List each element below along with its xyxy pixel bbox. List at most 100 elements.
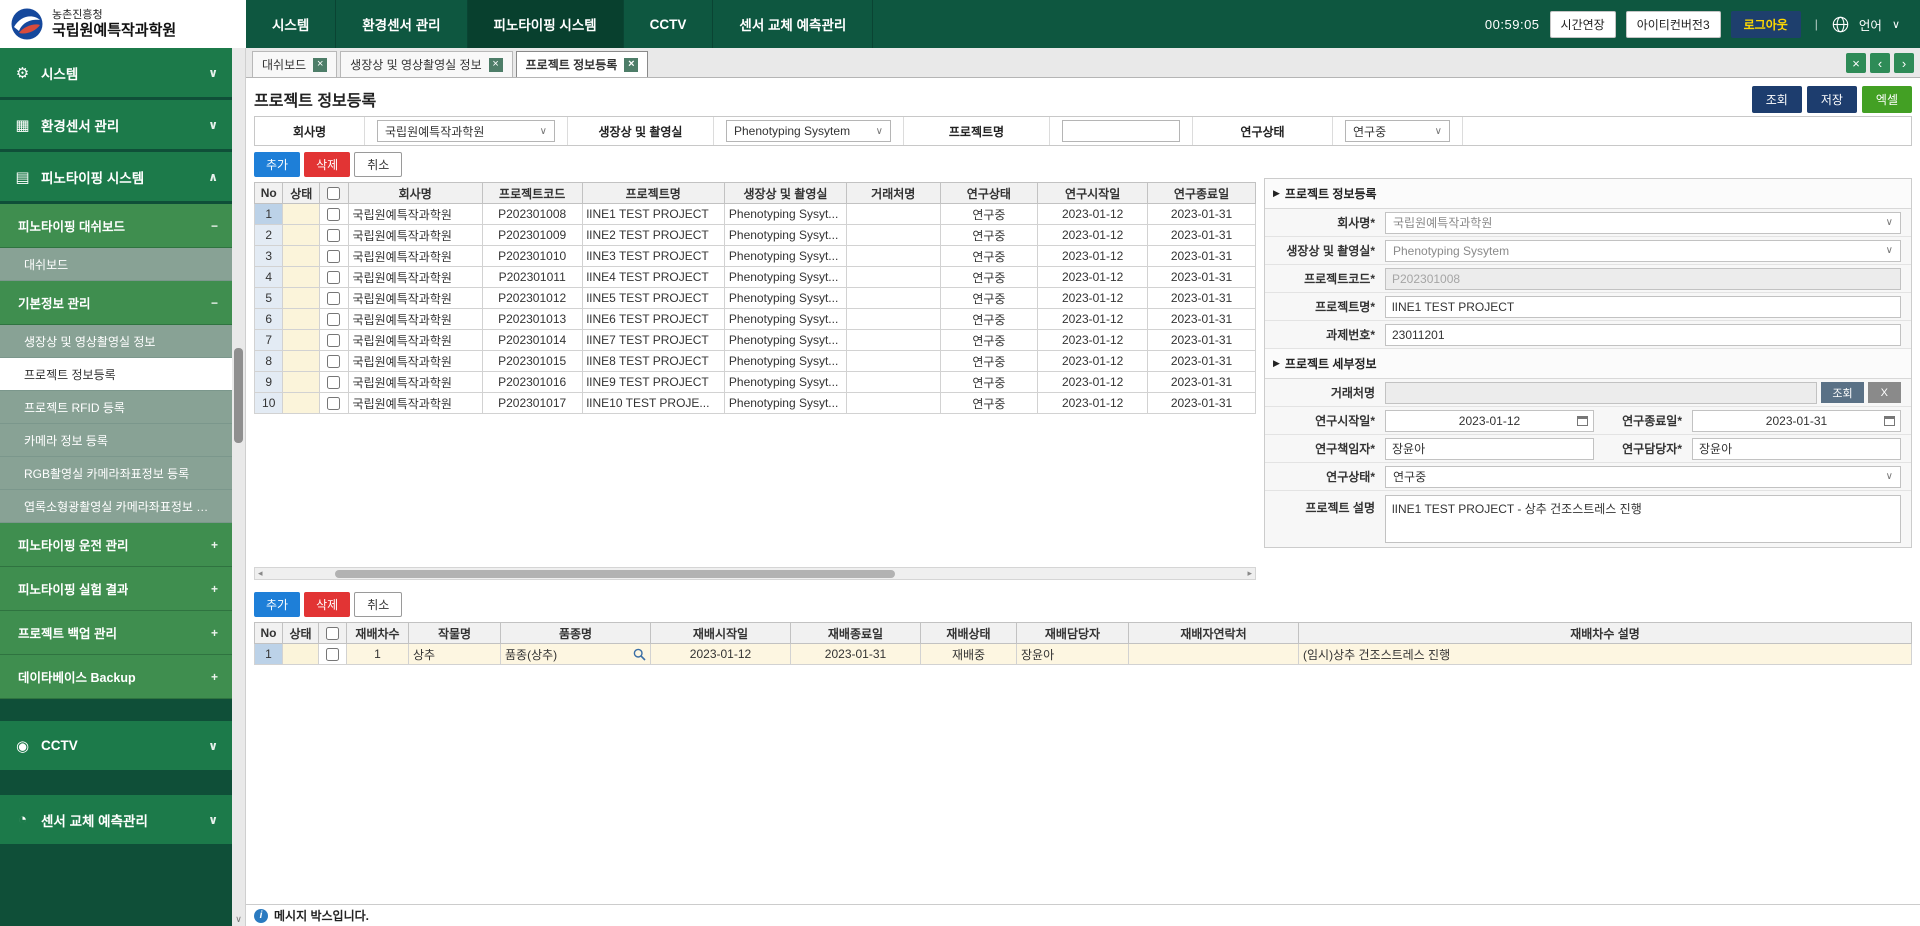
tab-close-icon[interactable]: [624, 58, 638, 72]
col-no[interactable]: No: [255, 623, 283, 644]
tab-close-icon[interactable]: [313, 58, 327, 72]
sidebar-item[interactable]: 카메라 정보 등록: [0, 424, 232, 457]
sidebar-item[interactable]: 프로젝트 백업 관리 +: [0, 611, 232, 655]
col-desc[interactable]: 재배차수 설명: [1299, 623, 1912, 644]
sidebar-item[interactable]: 환경센서 관리 ∨: [0, 100, 232, 152]
table-row[interactable]: 4 국립원예특작과학원 P202301011 lINE4 TEST PROJEC…: [255, 267, 1256, 288]
sidebar-scrollbar[interactable]: ∨: [232, 48, 246, 926]
col-status[interactable]: 연구상태: [940, 183, 1038, 204]
add-button[interactable]: 추가: [254, 152, 300, 177]
table-row[interactable]: 10 국립원예특작과학원 P202301017 lINE10 TEST PROJ…: [255, 393, 1256, 414]
sidebar-item[interactable]: 기본정보 관리 −: [0, 281, 232, 325]
filter-status-select[interactable]: 연구중 ∨: [1345, 120, 1450, 142]
horizontal-scrollbar-thumb[interactable]: [335, 570, 895, 578]
sidebar-item[interactable]: 엽록소형광촬영실 카메라좌표정보 등록: [0, 490, 232, 523]
project-desc-textarea[interactable]: lINE1 TEST PROJECT - 상추 건조스트레스 진행: [1385, 495, 1901, 543]
language-chevron-down-icon[interactable]: ∨: [1892, 18, 1900, 31]
project-name-input[interactable]: [1385, 296, 1901, 318]
logo[interactable]: 농촌진흥청 국립원예특작과학원: [0, 0, 246, 48]
cancel-button[interactable]: 취소: [354, 152, 402, 177]
scroll-left-icon[interactable]: ◂: [258, 568, 263, 579]
col-status[interactable]: 재배상태: [921, 623, 1017, 644]
row-checkbox[interactable]: [327, 376, 340, 389]
excel-button[interactable]: 엑셀: [1862, 86, 1912, 113]
col-state[interactable]: 상태: [283, 623, 319, 644]
sidebar-item[interactable]: 시스템 ∨: [0, 48, 232, 100]
col-start[interactable]: 연구시작일: [1038, 183, 1148, 204]
col-client[interactable]: 거래처명: [846, 183, 940, 204]
research-manager-input[interactable]: [1692, 438, 1901, 460]
globe-icon[interactable]: [1832, 16, 1849, 33]
select-all-checkbox[interactable]: [327, 187, 340, 200]
tabs-prev-button[interactable]: ‹: [1870, 53, 1890, 73]
sidebar-item[interactable]: 피노타이핑 대쉬보드 −: [0, 204, 232, 248]
client-search-button[interactable]: 조회: [1821, 382, 1863, 403]
research-status-select[interactable]: 연구중 ∨: [1385, 466, 1901, 488]
logout-button[interactable]: 로그아웃: [1731, 11, 1801, 38]
table-row[interactable]: 2 국립원예특작과학원 P202301009 lINE2 TEST PROJEC…: [255, 225, 1256, 246]
col-variety[interactable]: 품종명: [501, 623, 651, 644]
horizontal-scrollbar[interactable]: ◂ ▸: [254, 567, 1256, 580]
save-button[interactable]: 저장: [1807, 86, 1857, 113]
col-contact[interactable]: 재배자연락처: [1129, 623, 1299, 644]
row-checkbox[interactable]: [327, 229, 340, 242]
account-button[interactable]: 아이티컨버전3: [1626, 11, 1721, 38]
calendar-icon[interactable]: [1884, 416, 1895, 426]
row-checkbox[interactable]: [327, 334, 340, 347]
delete-button[interactable]: 삭제: [304, 152, 350, 177]
filter-room-select[interactable]: Phenotyping Sysytem ∨: [726, 120, 891, 142]
sidebar-item[interactable]: 피노타이핑 실험 결과 +: [0, 567, 232, 611]
table-row[interactable]: 8 국립원예특작과학원 P202301015 lINE8 TEST PROJEC…: [255, 351, 1256, 372]
add-button[interactable]: 추가: [254, 592, 300, 617]
task-number-input[interactable]: [1385, 324, 1901, 346]
sidebar-item[interactable]: 프로젝트 정보등록: [0, 358, 232, 391]
row-checkbox[interactable]: [327, 271, 340, 284]
col-state[interactable]: 상태: [283, 183, 320, 204]
row-checkbox[interactable]: [326, 648, 339, 661]
sidebar-item[interactable]: 생장상 및 영상촬영실 정보: [0, 325, 232, 358]
sidebar-item[interactable]: 피노타이핑 시스템 ∧: [0, 152, 232, 204]
col-code[interactable]: 프로젝트코드: [482, 183, 582, 204]
col-name[interactable]: 프로젝트명: [582, 183, 724, 204]
search-button[interactable]: 조회: [1752, 86, 1802, 113]
tab[interactable]: 생장상 및 영상촬영실 정보: [340, 51, 512, 77]
row-checkbox[interactable]: [327, 208, 340, 221]
sidebar-item[interactable]: 데이타베이스 Backup +: [0, 655, 232, 699]
table-row[interactable]: 9 국립원예특작과학원 P202301016 lINE9 TEST PROJEC…: [255, 372, 1256, 393]
col-order[interactable]: 재배차수: [347, 623, 409, 644]
language-label[interactable]: 언어: [1859, 15, 1882, 34]
top-nav-item[interactable]: 피노타이핑 시스템: [468, 0, 624, 48]
col-end[interactable]: 재배종료일: [791, 623, 921, 644]
company-select[interactable]: 국립원예특작과학원 ∨: [1385, 212, 1901, 234]
tab[interactable]: 대쉬보드: [252, 51, 337, 77]
col-manager[interactable]: 재배담당자: [1017, 623, 1129, 644]
tab-close-icon[interactable]: [489, 58, 503, 72]
room-select[interactable]: Phenotyping Sysytem ∨: [1385, 240, 1901, 262]
variety-search-icon[interactable]: [633, 648, 646, 661]
table-row[interactable]: 1 국립원예특작과학원 P202301008 lINE1 TEST PROJEC…: [255, 204, 1256, 225]
research-start-datepicker[interactable]: 2023-01-12: [1385, 410, 1594, 432]
cancel-button[interactable]: 취소: [354, 592, 402, 617]
row-checkbox[interactable]: [327, 397, 340, 410]
col-crop[interactable]: 작물명: [409, 623, 501, 644]
table-row[interactable]: 7 국립원예특작과학원 P202301014 lINE7 TEST PROJEC…: [255, 330, 1256, 351]
extend-time-button[interactable]: 시간연장: [1550, 11, 1616, 38]
select-all-checkbox[interactable]: [326, 627, 339, 640]
col-start[interactable]: 재배시작일: [651, 623, 791, 644]
sidebar-item[interactable]: 센서 교체 예측관리 ∨: [0, 795, 232, 847]
sidebar-item[interactable]: 피노타이핑 운전 관리 +: [0, 523, 232, 567]
top-nav-item[interactable]: 센서 교체 예측관리: [713, 0, 873, 48]
table-row[interactable]: 6 국립원예특작과학원 P202301013 lINE6 TEST PROJEC…: [255, 309, 1256, 330]
top-nav-item[interactable]: 환경센서 관리: [336, 0, 467, 48]
col-system[interactable]: 생장상 및 촬영실: [724, 183, 846, 204]
delete-button[interactable]: 삭제: [304, 592, 350, 617]
row-checkbox[interactable]: [327, 250, 340, 263]
filter-company-select[interactable]: 국립원예특작과학원 ∨: [377, 120, 555, 142]
table-row[interactable]: 3 국립원예특작과학원 P202301010 lINE3 TEST PROJEC…: [255, 246, 1256, 267]
top-nav-item[interactable]: 시스템: [246, 0, 336, 48]
table-row[interactable]: 1 1 상추 품종(상추): [255, 644, 1912, 665]
filter-project-input[interactable]: [1062, 120, 1180, 142]
calendar-icon[interactable]: [1577, 416, 1588, 426]
top-nav-item[interactable]: CCTV: [624, 0, 714, 48]
col-company[interactable]: 회사명: [348, 183, 482, 204]
